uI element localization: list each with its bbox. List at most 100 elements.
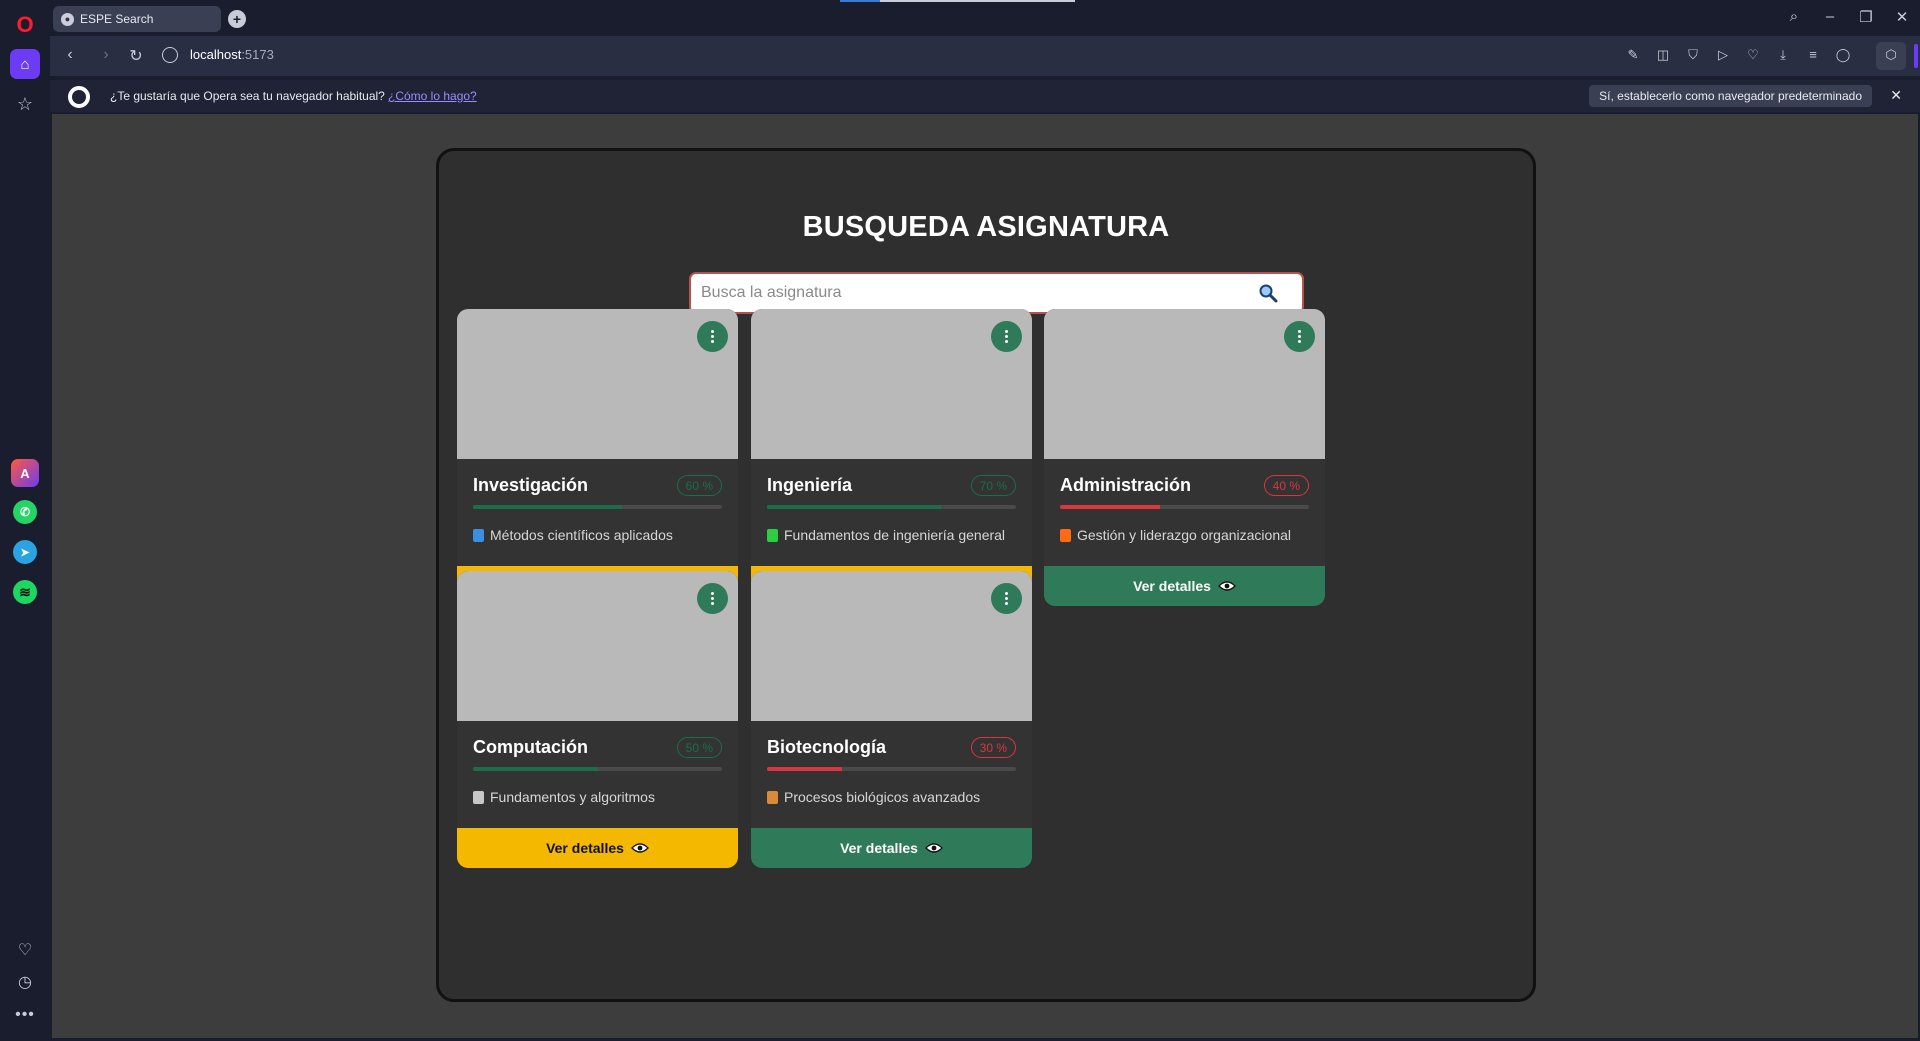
edit-icon[interactable]: ✎ <box>1624 47 1642 63</box>
subject-card: Biotecnología 30 % Procesos biológicos a… <box>751 571 1032 868</box>
card-description: Fundamentos de ingeniería general <box>767 527 1005 543</box>
subject-card: Investigación 60 % Métodos científicos a… <box>457 309 738 606</box>
history-icon[interactable]: ◷ <box>10 967 40 997</box>
telegram-icon[interactable]: ➤ <box>11 538 39 566</box>
subject-card: Computación 50 % Fundamentos y algoritmo… <box>457 571 738 868</box>
eye-icon <box>924 843 943 853</box>
progress-fill <box>473 767 598 771</box>
how-to-link[interactable]: ¿Cómo lo hago? <box>388 89 477 103</box>
progress-fill <box>767 767 842 771</box>
tab-strip: ● ESPE Search + ⌕ – ❐ ✕ <box>50 0 1920 36</box>
card-title: Administración <box>1060 475 1192 495</box>
card-title: Ingeniería <box>767 475 853 495</box>
whatsapp-icon[interactable]: ✆ <box>11 498 39 526</box>
card-title: Biotecnología <box>767 737 887 757</box>
progress-badge: 60 % <box>676 475 722 496</box>
minimize-icon[interactable]: – <box>1820 8 1840 25</box>
card-image <box>751 571 1032 721</box>
progress-fill <box>473 505 623 509</box>
eye-icon <box>1217 581 1236 591</box>
progress-badge: 40 % <box>1263 475 1309 496</box>
card-description-text: Fundamentos y algoritmos <box>490 789 655 805</box>
aria-app-icon[interactable]: A <box>11 459 39 487</box>
view-details-label: Ver detalles <box>1133 578 1211 594</box>
url-port: :5173 <box>241 47 274 62</box>
card-description: Métodos científicos aplicados <box>473 527 673 543</box>
more-options-icon[interactable] <box>1284 321 1315 352</box>
menu-icon[interactable]: ≡ <box>1804 47 1822 62</box>
tab-espe-search[interactable]: ● ESPE Search <box>53 6 221 32</box>
restore-icon[interactable]: ❐ <box>1856 8 1876 26</box>
card-image <box>457 571 738 721</box>
download-icon[interactable]: ⤓ <box>1774 47 1792 63</box>
camera-icon[interactable]: ◫ <box>1654 47 1672 63</box>
view-details-label: Ver detalles <box>840 840 918 856</box>
opera-logo-icon <box>68 86 90 108</box>
more-options-icon[interactable] <box>991 321 1022 352</box>
search-panel: BUSQUEDA ASIGNATURA Investigación 60 % M… <box>436 148 1536 1002</box>
search-icon[interactable] <box>1258 283 1278 303</box>
globe-icon: ● <box>61 12 74 26</box>
progress-bar <box>767 505 1016 509</box>
search-box <box>689 272 1304 314</box>
reload-icon[interactable]: ↻ <box>126 46 146 66</box>
url-field[interactable]: localhost:5173 <box>190 47 274 62</box>
spotify-icon[interactable]: ≋ <box>11 578 39 606</box>
view-details-label: Ver detalles <box>546 840 624 856</box>
set-default-button[interactable]: Sí, establecerlo como navegador predeter… <box>1589 85 1872 107</box>
progress-badge: 30 % <box>970 737 1016 758</box>
sidebar-indicator <box>1914 44 1918 68</box>
home-icon[interactable]: ⌂ <box>10 49 40 79</box>
view-details-button[interactable]: Ver detalles <box>457 828 738 868</box>
back-icon[interactable]: ‹ <box>60 46 80 64</box>
card-description-text: Gestión y liderazgo organizacional <box>1077 527 1292 543</box>
green-book-icon <box>767 528 778 542</box>
subject-card: Administración 40 % Gestión y liderazgo … <box>1044 309 1325 606</box>
card-description-text: Métodos científicos aplicados <box>490 527 673 543</box>
forward-icon[interactable]: › <box>96 46 116 64</box>
play-icon[interactable]: ▷ <box>1714 47 1732 63</box>
more-options-icon[interactable] <box>697 321 728 352</box>
search-tabs-icon[interactable]: ⌕ <box>1784 8 1804 25</box>
orange-book-icon <box>1060 528 1071 542</box>
url-host: localhost <box>190 47 242 62</box>
opera-sidebar: O ⌂ ☆ A ✆ ➤ ≋ ♡ ◷ ••• <box>0 0 50 1041</box>
card-description: Gestión y liderazgo organizacional <box>1060 527 1291 543</box>
view-details-button[interactable]: Ver detalles <box>751 828 1032 868</box>
progress-bar <box>473 767 722 771</box>
heart-icon[interactable]: ♡ <box>10 935 40 965</box>
profile-icon[interactable]: ◯ <box>1834 47 1852 63</box>
more-icon[interactable]: ••• <box>10 1000 40 1030</box>
site-info-icon[interactable] <box>162 47 178 63</box>
star-icon[interactable]: ☆ <box>10 89 40 119</box>
more-options-icon[interactable] <box>991 583 1022 614</box>
page-title: BUSQUEDA ASIGNATURA <box>802 211 1170 243</box>
search-input[interactable] <box>701 274 1241 312</box>
more-options-icon[interactable] <box>697 583 728 614</box>
opera-logo-icon[interactable]: O <box>10 10 40 40</box>
view-details-button[interactable]: Ver detalles <box>1044 566 1325 606</box>
laptop-icon <box>473 790 484 804</box>
card-description: Fundamentos y algoritmos <box>473 789 655 805</box>
tab-indicator <box>880 0 1075 2</box>
card-image <box>457 309 738 459</box>
progress-fill <box>1060 505 1160 509</box>
card-description: Procesos biológicos avanzados <box>767 789 980 805</box>
progress-bar <box>767 767 1016 771</box>
cube-icon[interactable]: ⬡ <box>1882 47 1900 63</box>
card-image <box>1044 309 1325 459</box>
progress-fill <box>767 505 942 509</box>
card-image <box>751 309 1032 459</box>
close-icon[interactable]: ✕ <box>1890 87 1902 104</box>
shield-icon[interactable]: ⛉ <box>1684 47 1702 63</box>
close-window-icon[interactable]: ✕ <box>1892 8 1912 26</box>
default-browser-infobar: ¿Te gustaría que Opera sea tu navegador … <box>50 80 1920 112</box>
new-tab-button[interactable]: + <box>228 10 246 28</box>
subject-card: Ingeniería 70 % Fundamentos de ingenierí… <box>751 309 1032 606</box>
tab-indicator <box>840 0 880 2</box>
heart-icon[interactable]: ♡ <box>1744 47 1762 63</box>
card-title: Investigación <box>473 475 589 495</box>
progress-bar <box>473 505 722 509</box>
eye-icon <box>630 843 649 853</box>
tab-title: ESPE Search <box>80 12 154 26</box>
